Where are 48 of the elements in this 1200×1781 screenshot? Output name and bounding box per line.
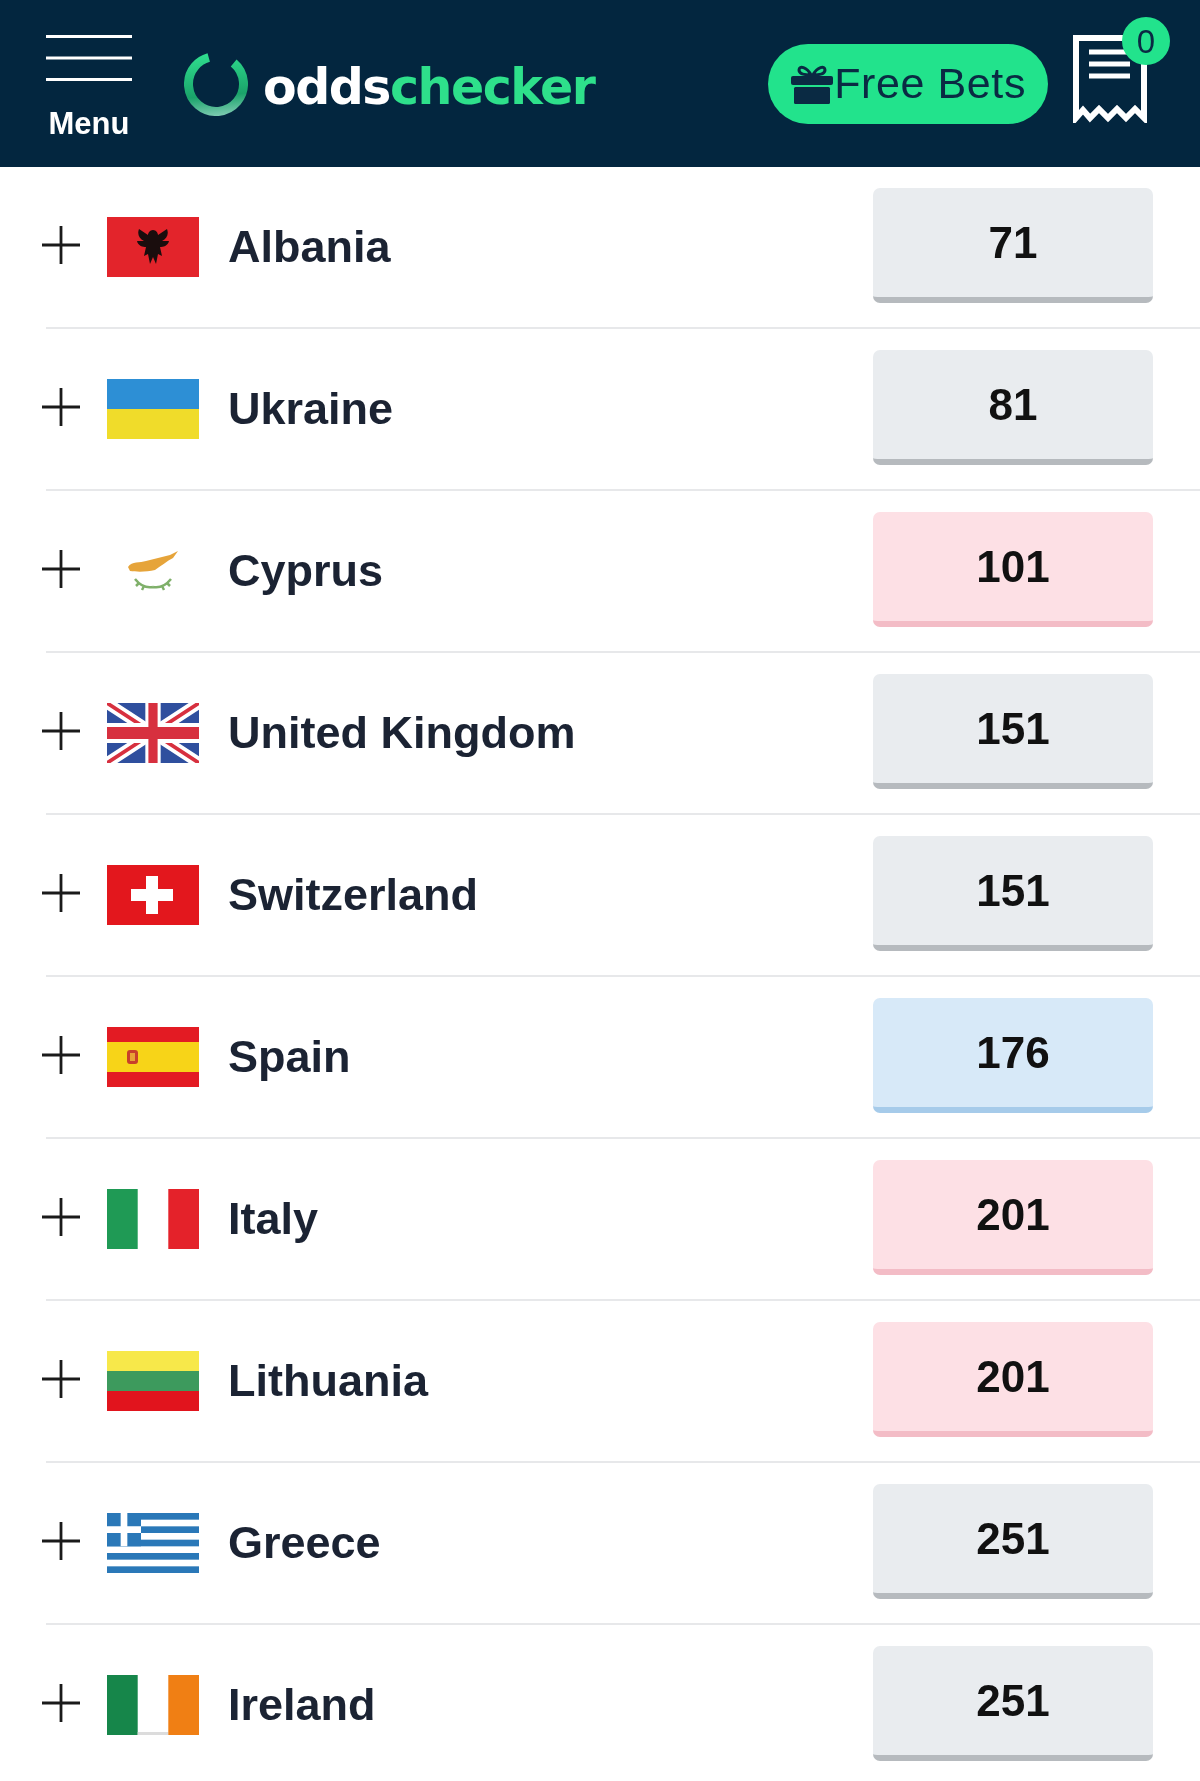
odds-button[interactable]: 176 bbox=[873, 998, 1153, 1113]
odds-button[interactable]: 101 bbox=[873, 512, 1153, 627]
country-name: Switzerland bbox=[228, 870, 480, 920]
country-name: Albania bbox=[228, 222, 392, 272]
plus-icon[interactable] bbox=[42, 1684, 80, 1722]
odds-button[interactable]: 251 bbox=[873, 1646, 1153, 1761]
union-jack-flag-icon bbox=[107, 703, 199, 763]
gift-icon bbox=[790, 63, 835, 104]
country-name: Cyprus bbox=[228, 546, 385, 596]
plus-icon[interactable] bbox=[42, 1360, 80, 1398]
odds-button[interactable]: 201 bbox=[873, 1160, 1153, 1275]
ukraine-flag-icon bbox=[107, 379, 199, 439]
menu-icon bbox=[46, 34, 132, 81]
greece-flag-icon bbox=[107, 1513, 199, 1573]
country-name: Spain bbox=[228, 1032, 352, 1082]
plus-icon[interactable] bbox=[42, 226, 80, 264]
country-name: Italy bbox=[228, 1194, 320, 1244]
menu-button[interactable]: Menu bbox=[46, 34, 132, 139]
odds-button[interactable]: 71 bbox=[873, 188, 1153, 303]
betslip-button[interactable]: 0 bbox=[1072, 17, 1170, 123]
lithuania-flag-icon bbox=[107, 1351, 199, 1411]
italy-flag-icon bbox=[107, 1189, 199, 1249]
odds-button[interactable]: 151 bbox=[873, 836, 1153, 951]
spain-flag-icon bbox=[107, 1027, 199, 1087]
plus-icon[interactable] bbox=[42, 388, 80, 426]
odds-button[interactable]: 201 bbox=[873, 1322, 1153, 1437]
country-name: United Kingdom bbox=[228, 708, 577, 758]
logo-text: oddschecker bbox=[263, 63, 595, 112]
plus-icon[interactable] bbox=[42, 712, 80, 750]
free-bets-button[interactable]: Free Bets bbox=[768, 43, 1048, 124]
plus-icon[interactable] bbox=[42, 874, 80, 912]
swiss-flag-icon bbox=[107, 865, 199, 925]
plus-icon[interactable] bbox=[42, 550, 80, 588]
country-name: Ukraine bbox=[228, 384, 395, 434]
country-name: Ireland bbox=[228, 1680, 377, 1730]
bet-count-badge: 0 bbox=[1122, 17, 1170, 65]
plus-icon[interactable] bbox=[42, 1198, 80, 1236]
country-name: Greece bbox=[228, 1518, 382, 1568]
plus-icon[interactable] bbox=[42, 1522, 80, 1560]
albania-flag-icon bbox=[107, 217, 199, 277]
odds-button[interactable]: 151 bbox=[873, 674, 1153, 789]
ireland-flag-icon bbox=[107, 1675, 199, 1735]
odds-button[interactable]: 251 bbox=[873, 1484, 1153, 1599]
odds-button[interactable]: 81 bbox=[873, 350, 1153, 465]
ring-logo-icon bbox=[184, 51, 248, 116]
cyprus-flag-icon bbox=[125, 550, 181, 592]
country-name: Lithuania bbox=[228, 1356, 430, 1406]
plus-icon[interactable] bbox=[42, 1036, 80, 1074]
